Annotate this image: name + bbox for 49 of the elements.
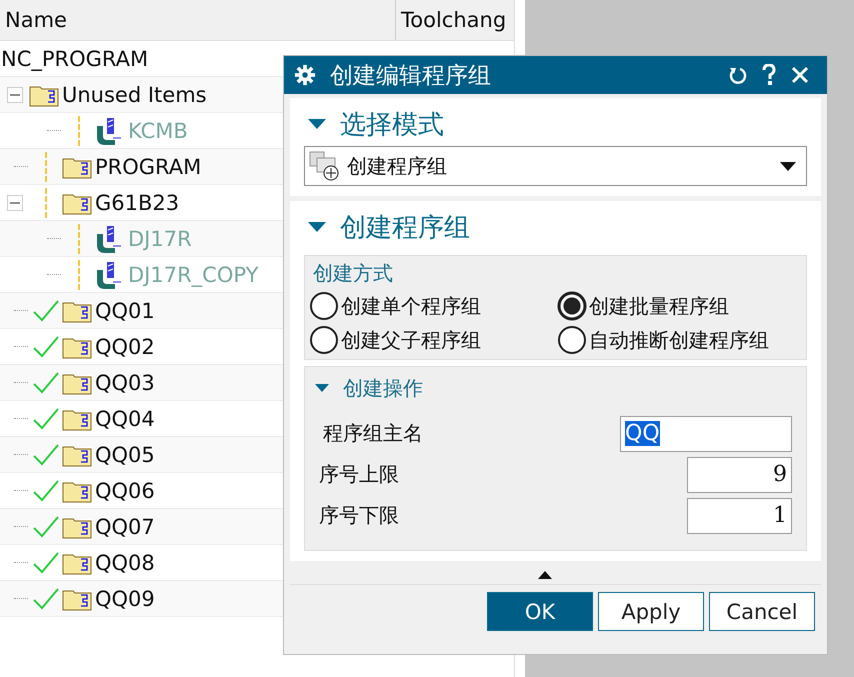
tree-item[interactable]: G61B23 (95, 190, 180, 214)
input-field[interactable]: QQ (620, 416, 792, 452)
help-icon[interactable] (761, 64, 777, 86)
field-label: 序号下限 (319, 502, 399, 529)
tree-item[interactable]: Unused Items (62, 82, 207, 106)
collapse-arrow-icon[interactable] (538, 571, 552, 579)
column-header[interactable]: Name (0, 0, 396, 40)
dialog-button[interactable]: Apply (598, 592, 704, 631)
radio-button[interactable] (309, 291, 339, 321)
dialog-button[interactable]: Cancel (709, 592, 815, 631)
radio-button[interactable] (557, 291, 587, 321)
close-icon[interactable] (791, 66, 809, 84)
tree-item[interactable]: QQ06 (95, 478, 155, 502)
field-label: 序号上限 (319, 461, 399, 488)
collapse-icon[interactable] (315, 384, 329, 392)
radio-option[interactable]: 创建批量程序组 (557, 291, 806, 321)
settings-icon[interactable] (294, 64, 316, 86)
radio-button[interactable] (309, 325, 339, 355)
radio-button[interactable] (557, 325, 587, 355)
reset-icon[interactable] (727, 65, 747, 85)
group-title: 创建方式 (312, 261, 393, 285)
radio-option[interactable]: 自动推断创建程序组 (557, 325, 806, 355)
radio-option[interactable]: 创建父子程序组 (309, 325, 557, 355)
collapse-icon[interactable] (308, 222, 326, 232)
tree-item[interactable]: QQ09 (95, 586, 155, 610)
collapse-icon[interactable] (308, 119, 326, 129)
tree-item[interactable]: QQ01 (95, 298, 155, 322)
tree-item[interactable]: QQ03 (95, 370, 155, 394)
section-title: 选择模式 (340, 108, 444, 142)
input-field[interactable]: 1 (687, 498, 792, 534)
collapse-icon[interactable] (6, 194, 22, 210)
tree-item[interactable]: QQ04 (95, 406, 155, 430)
tree-item[interactable]: QQ08 (95, 550, 155, 574)
radio-option[interactable]: 创建单个程序组 (309, 291, 557, 321)
mode-dropdown[interactable]: 创建程序组 (304, 146, 807, 186)
tree-item[interactable]: QQ07 (95, 514, 155, 538)
column-header[interactable]: Toolchang (396, 0, 506, 40)
input-field[interactable]: 9 (687, 456, 792, 492)
tree-item[interactable]: QQ02 (95, 334, 155, 358)
field-label: 程序组主名 (323, 420, 423, 447)
group-title: 创建操作 (342, 374, 423, 402)
tree-item[interactable]: NC_PROGRAM (0, 46, 148, 70)
tree-item[interactable]: PROGRAM (95, 154, 202, 178)
dialog-title: 创建编辑程序组 (330, 62, 491, 90)
dropdown-arrow-icon (780, 162, 796, 170)
dialog-button[interactable]: OK (487, 592, 593, 631)
section-title: 创建程序组 (340, 212, 470, 244)
collapse-icon[interactable] (6, 86, 22, 102)
tree-item[interactable]: QQ05 (95, 442, 155, 466)
